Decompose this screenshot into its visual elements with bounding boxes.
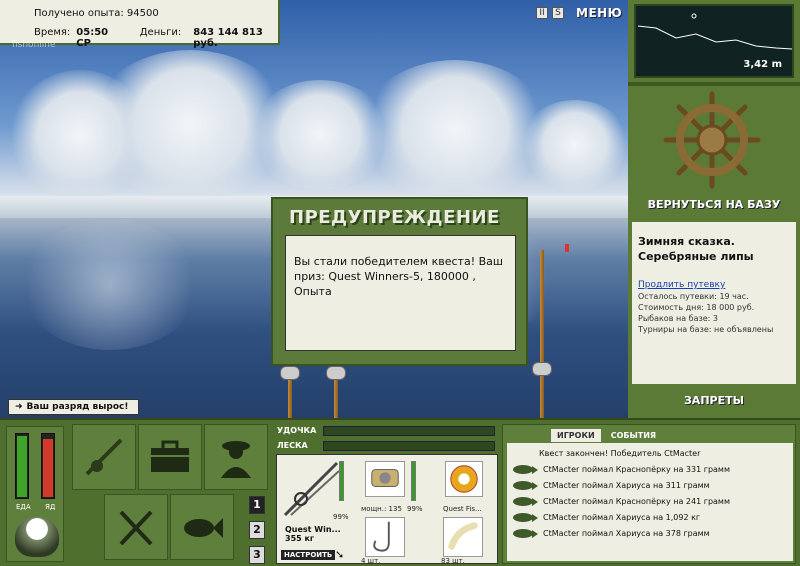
bait-slot[interactable] bbox=[443, 517, 483, 557]
depth-chart: 3,42 m bbox=[634, 4, 794, 78]
expand-arrow-icon[interactable]: ➘ bbox=[335, 548, 344, 561]
warning-dialog[interactable]: ПРЕДУПРЕЖДЕНИЕ Вы стали победителем квес… bbox=[271, 197, 528, 366]
reel-icon bbox=[371, 469, 399, 488]
hook-icon bbox=[373, 521, 390, 552]
anglers-count: Рыбаков на базе: 3 bbox=[638, 314, 718, 323]
frosted-trees bbox=[360, 60, 550, 200]
fish-icon bbox=[513, 481, 538, 490]
depth-value: 3,42 m bbox=[743, 59, 782, 70]
list-item: CtMacter поймал Хариуса на 311 грамм bbox=[513, 481, 710, 490]
return-to-base-button[interactable]: ВЕРНУТЬСЯ НА БАЗУ bbox=[628, 198, 800, 211]
rod-reel-icon bbox=[85, 438, 123, 476]
list-item: CtMacter поймал Хариуса на 378 грамм bbox=[513, 529, 710, 538]
rank-notification[interactable]: ➜ Ваш разряд вырос! bbox=[8, 399, 140, 415]
tackle-panel: 99% Quest Win... 355 кг НАСТРОИТЬ ➘ мощн.… bbox=[276, 454, 498, 565]
page-2-button[interactable]: 2 bbox=[249, 521, 265, 539]
right-panel: 3,42 m ВЕРНУТЬСЯ НА БАЗУ Зимняя сказка. … bbox=[628, 0, 800, 418]
tournaments: Турниры на базе: не объявлены bbox=[638, 325, 774, 334]
bait-count: 83 шт. bbox=[441, 557, 465, 565]
poison-label: ЯД bbox=[45, 503, 56, 511]
line-tension-bar bbox=[323, 440, 495, 451]
dialog-title: ПРЕДУПРЕЖДЕНИЕ bbox=[289, 207, 500, 228]
line-slot[interactable] bbox=[445, 461, 483, 497]
cauldron-icon[interactable] bbox=[15, 517, 59, 557]
line-name: Quest Fis... bbox=[443, 505, 482, 513]
exp-value: 94500 bbox=[126, 8, 159, 19]
watermark: fishonline bbox=[12, 40, 56, 50]
list-item: CtMacter поймал Краснопёрку на 331 грамм bbox=[513, 465, 730, 474]
food-tile[interactable] bbox=[104, 494, 168, 560]
fish-icon bbox=[513, 529, 538, 538]
tab-events[interactable]: СОБЫТИЯ bbox=[605, 429, 662, 442]
money-label: Деньги: bbox=[139, 27, 182, 38]
fish-icon bbox=[513, 497, 538, 506]
tune-button[interactable]: НАСТРОИТЬ bbox=[281, 550, 336, 560]
hook-slot[interactable] bbox=[365, 517, 405, 557]
tackle-box-icon bbox=[151, 440, 189, 472]
reel-icon bbox=[326, 366, 346, 380]
time-value: 05:50 СР bbox=[76, 27, 109, 49]
food-meter bbox=[15, 433, 29, 499]
exp-label: Получено опыта: bbox=[34, 8, 124, 19]
page-3-button[interactable]: 3 bbox=[249, 546, 265, 564]
tree-reflection bbox=[20, 220, 200, 350]
float-icon[interactable] bbox=[565, 244, 569, 252]
reel-icon bbox=[280, 366, 300, 380]
line-tension-label: ЛЕСКА bbox=[277, 441, 308, 450]
top-controls: II S МЕНЮ bbox=[536, 6, 622, 20]
rods-tile[interactable] bbox=[72, 424, 136, 490]
hook-count: 4 шт. bbox=[361, 557, 381, 565]
tension-bars: УДОЧКА ЛЕСКА bbox=[277, 424, 495, 454]
reel-condition-bar bbox=[411, 461, 416, 501]
rod-tension-bar bbox=[323, 425, 495, 436]
rod-icon[interactable] bbox=[281, 459, 341, 519]
location-info: Зимняя сказка. Серебряные липы Продлить … bbox=[632, 222, 796, 384]
fish-icon bbox=[513, 513, 538, 522]
angler-tile[interactable] bbox=[204, 424, 268, 490]
list-item: CtMacter поймал Хариуса на 1,092 кг bbox=[513, 513, 700, 522]
rod-tension-label: УДОЧКА bbox=[277, 426, 317, 435]
ship-wheel-icon[interactable] bbox=[662, 90, 762, 190]
page-1-button[interactable]: 1 bbox=[249, 496, 265, 514]
poison-meter bbox=[41, 433, 55, 499]
fork-knife-icon bbox=[119, 510, 153, 546]
extend-trip-link[interactable]: Продлить путевку bbox=[638, 280, 790, 290]
frosted-trees bbox=[520, 100, 628, 190]
list-item: CtMacter поймал Краснопёрку на 241 грамм bbox=[513, 497, 730, 506]
arrow-icon: ➜ bbox=[15, 402, 23, 412]
chat-messages: Квест закончен! Победитель CtMacter CtMa… bbox=[507, 443, 793, 561]
pause-icon[interactable]: II bbox=[536, 7, 548, 19]
fishing-line-spool-icon bbox=[450, 465, 478, 493]
status-meters: ЕДА ЯД bbox=[6, 426, 64, 562]
info-bar: Получено опыта: 94500 Время: 05:50 СР Де… bbox=[0, 0, 280, 49]
bottom-panel: ЕДА ЯД 1 2 3 УДОЧКА ЛЕСКА 99% Quest Win.… bbox=[0, 418, 800, 566]
sound-icon[interactable]: S bbox=[552, 7, 564, 19]
fish-icon bbox=[513, 465, 538, 474]
rod-condition-bar bbox=[339, 461, 344, 501]
rod-name: Quest Win... 355 кг bbox=[285, 525, 341, 543]
bans-button[interactable]: ЗАПРЕТЫ bbox=[628, 394, 800, 407]
angler-icon bbox=[221, 441, 251, 478]
chat-panel: ИГРОКИ СОБЫТИЯ Квест закончен! Победител… bbox=[502, 424, 796, 564]
tab-players[interactable]: ИГРОКИ bbox=[551, 429, 601, 442]
reel-percent: 99% bbox=[407, 505, 423, 513]
reel-slot[interactable] bbox=[365, 461, 405, 497]
reel-icon bbox=[532, 362, 552, 376]
menu-button[interactable]: МЕНЮ bbox=[576, 6, 622, 20]
fishing-rod[interactable] bbox=[540, 250, 544, 418]
location-name: Зимняя сказка. Серебряные липы bbox=[638, 235, 754, 263]
bait-icon bbox=[448, 522, 478, 550]
quest-finished-message: Квест закончен! Победитель CtMacter bbox=[539, 449, 701, 458]
fish-tile[interactable] bbox=[170, 494, 234, 560]
trip-left: Осталось путевки: 19 час. bbox=[638, 292, 749, 301]
divider bbox=[628, 82, 800, 86]
reel-power: мощн.: 135 bbox=[361, 505, 402, 513]
money-value: 843 144 813 руб. bbox=[193, 27, 263, 49]
dialog-body: Вы стали победителем квеста! Ваш приз: Q… bbox=[285, 235, 516, 351]
tackle-box-tile[interactable] bbox=[138, 424, 202, 490]
rod-percent: 99% bbox=[333, 513, 349, 521]
fish-icon bbox=[184, 518, 223, 538]
food-label: ЕДА bbox=[16, 503, 31, 511]
day-cost: Стоимость дня: 18 000 руб. bbox=[638, 303, 755, 312]
